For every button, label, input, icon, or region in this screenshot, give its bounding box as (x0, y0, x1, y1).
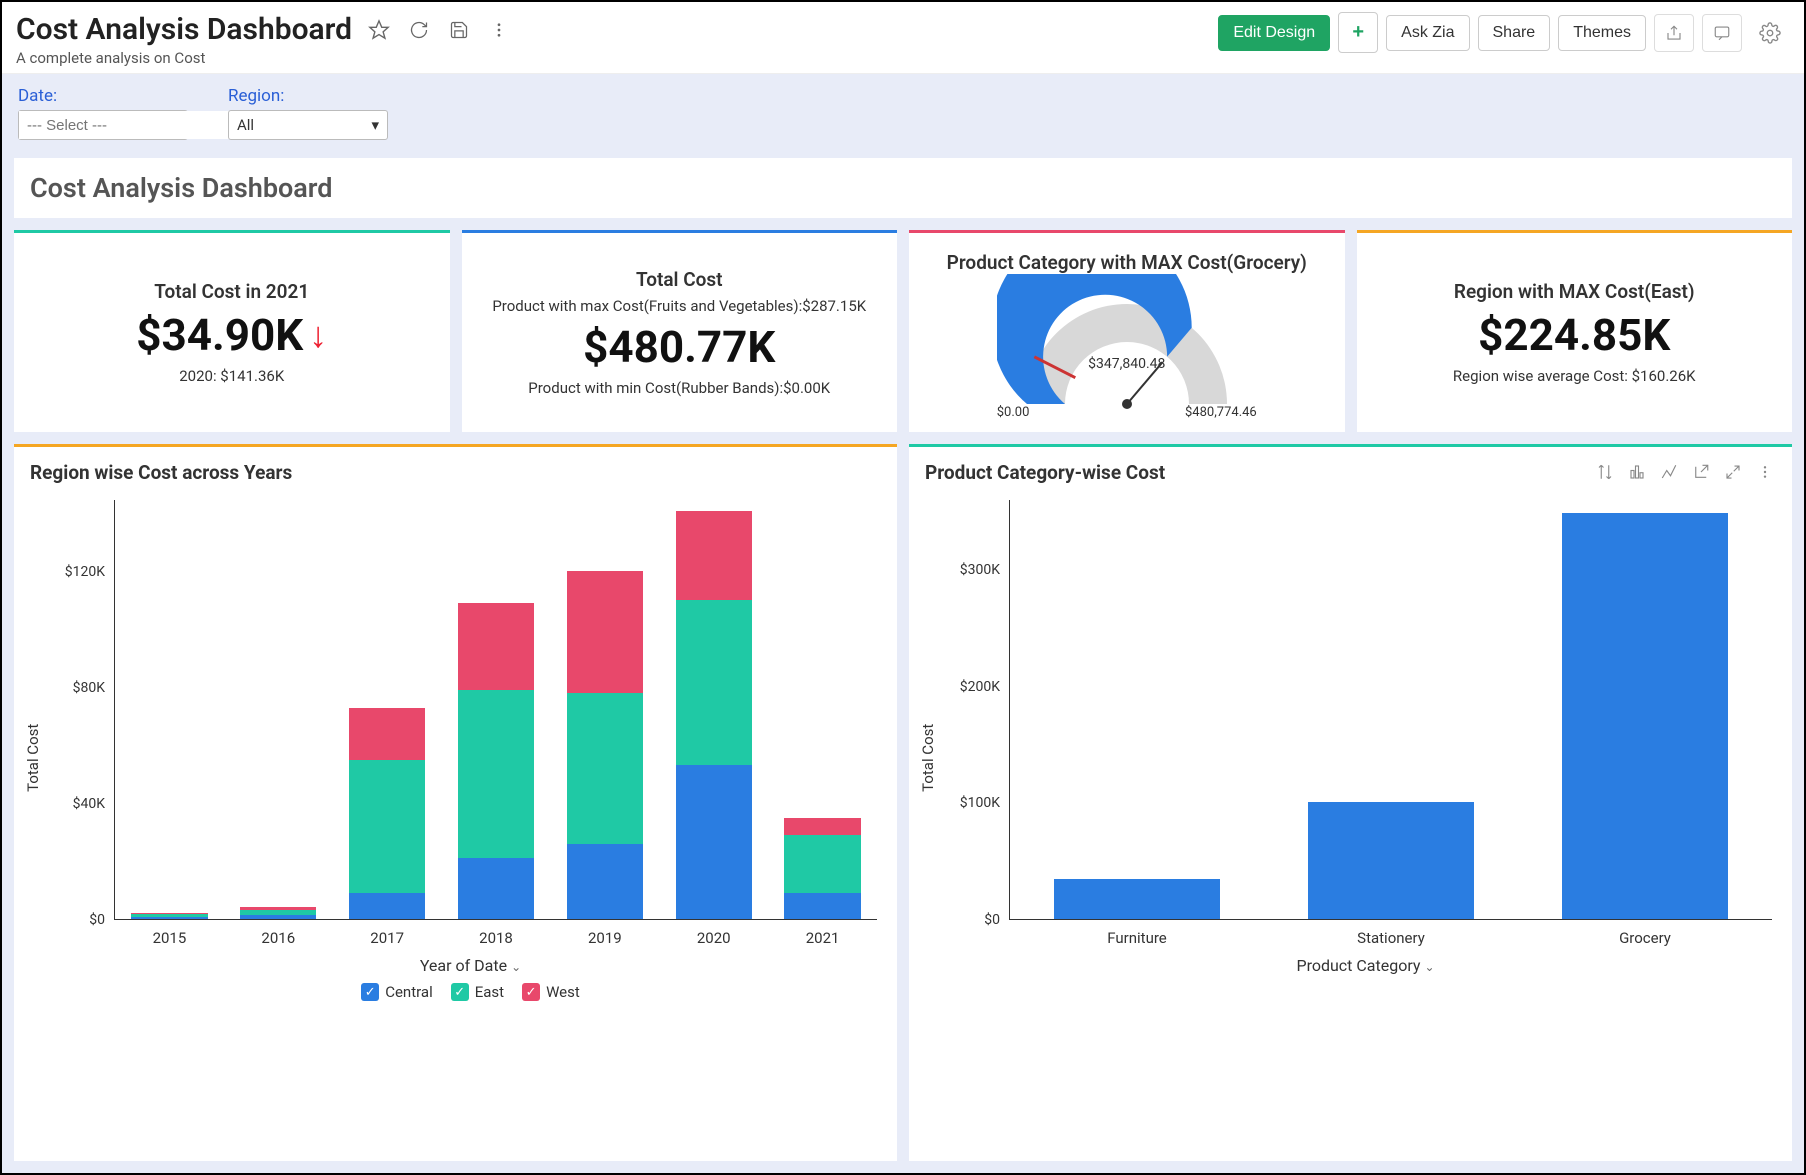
bar[interactable] (1308, 802, 1473, 919)
kpi-total-cost-2021[interactable]: Total Cost in 2021 $34.90K ↓ 2020: $141.… (14, 230, 450, 432)
kpi-sub: 2020: $141.36K (179, 367, 284, 385)
kpi-title: Total Cost in 2021 (154, 280, 309, 303)
bar-segment[interactable] (458, 858, 534, 919)
bar-segment[interactable] (784, 818, 860, 835)
analyze-icon[interactable] (1658, 461, 1680, 483)
chevron-down-icon[interactable]: ⌄ (511, 960, 521, 974)
x-tick-label: Furniture (1010, 929, 1264, 947)
chart-title: Product Category-wise Cost (925, 461, 1165, 484)
bar-segment[interactable] (676, 600, 752, 765)
header-bar: Cost Analysis Dashboard A complete analy… (2, 2, 1804, 74)
bar-segment[interactable] (240, 915, 316, 919)
x-tick-label: Stationery (1264, 929, 1518, 947)
section-title: Cost Analysis Dashboard (14, 158, 1792, 218)
date-filter-label: Date: (18, 86, 188, 106)
gauge-max: $480,774.46 (1185, 405, 1257, 420)
legend-item-central[interactable]: ✓Central (361, 983, 433, 1001)
filter-bar: Date: Region: All ▾ (2, 74, 1804, 158)
sort-icon[interactable] (1594, 461, 1616, 483)
bar-segment[interactable] (349, 893, 425, 919)
kpi-value: $224.85K (1478, 309, 1670, 361)
x-tick-label: 2017 (333, 929, 442, 947)
bar[interactable] (1562, 513, 1727, 919)
x-tick-label: 2020 (659, 929, 768, 947)
date-picker[interactable] (18, 110, 188, 140)
kpi-total-cost[interactable]: Total Cost Product with max Cost(Fruits … (462, 230, 898, 432)
add-button[interactable]: + (1338, 12, 1378, 53)
refresh-icon[interactable] (406, 17, 432, 43)
more-icon[interactable] (486, 17, 512, 43)
bar-segment[interactable] (567, 693, 643, 844)
themes-button[interactable]: Themes (1558, 15, 1646, 51)
legend-item-east[interactable]: ✓East (451, 983, 504, 1001)
region-select-value: All (237, 116, 254, 134)
kpi-row: Total Cost in 2021 $34.90K ↓ 2020: $141.… (14, 230, 1792, 432)
gauge-chart: $347,840.48 $0.00 $480,774.46 (997, 274, 1257, 414)
bar[interactable] (1054, 879, 1219, 919)
export-icon[interactable] (1654, 14, 1694, 52)
x-tick-label: 2016 (224, 929, 333, 947)
chart-title: Region wise Cost across Years (30, 461, 292, 484)
bar-segment[interactable] (567, 571, 643, 693)
ask-zia-button[interactable]: Ask Zia (1386, 15, 1469, 51)
bar-segment[interactable] (349, 760, 425, 893)
kpi-max-region[interactable]: Region with MAX Cost(East) $224.85K Regi… (1357, 230, 1793, 432)
region-select[interactable]: All ▾ (228, 110, 388, 140)
kpi-value: $34.90K (136, 309, 303, 361)
more-icon[interactable] (1754, 461, 1776, 483)
comments-icon[interactable] (1702, 14, 1742, 52)
x-axis-label: Product Category⌄ (959, 956, 1772, 975)
bar-segment[interactable] (567, 844, 643, 919)
date-input[interactable] (19, 111, 234, 139)
trend-down-icon: ↓ (309, 314, 327, 356)
save-icon[interactable] (446, 17, 472, 43)
kpi-title: Total Cost (636, 268, 723, 291)
chart-legend: ✓Central ✓East ✓West (64, 983, 877, 1011)
chart-region-years[interactable]: Region wise Cost across Years Total Cost… (14, 444, 897, 1161)
kpi-title: Product Category with MAX Cost(Grocery) (947, 251, 1307, 274)
bar-segment[interactable] (349, 708, 425, 760)
region-filter-label: Region: (228, 86, 388, 106)
x-tick-label: Grocery (1518, 929, 1772, 947)
x-tick-label: 2015 (115, 929, 224, 947)
x-tick-label: 2019 (550, 929, 659, 947)
y-axis-label: Total Cost (919, 723, 937, 791)
x-tick-label: 2021 (768, 929, 877, 947)
bar-segment[interactable] (784, 835, 860, 893)
x-tick-label: 2018 (442, 929, 551, 947)
kpi-max-category[interactable]: Product Category with MAX Cost(Grocery) … (909, 230, 1345, 432)
gauge-value: $347,840.48 (997, 356, 1257, 372)
expand-icon[interactable] (1722, 461, 1744, 483)
kpi-pre: Product with max Cost(Fruits and Vegetab… (492, 297, 866, 315)
kpi-title: Region with MAX Cost(East) (1454, 280, 1695, 303)
bar-segment[interactable] (784, 893, 860, 919)
bar-segment[interactable] (676, 511, 752, 601)
gauge-min: $0.00 (997, 405, 1030, 420)
chart-type-icon[interactable] (1626, 461, 1648, 483)
kpi-sub: Region wise average Cost: $160.26K (1453, 367, 1696, 385)
bar-segment[interactable] (676, 765, 752, 919)
open-icon[interactable] (1690, 461, 1712, 483)
x-axis-label: Year of Date⌄ (64, 956, 877, 975)
chart-category-cost[interactable]: Product Category-wise Cost Total Cost $0… (909, 444, 1792, 1161)
bar-segment[interactable] (131, 917, 207, 919)
chevron-down-icon[interactable]: ⌄ (1424, 960, 1434, 974)
settings-icon[interactable] (1750, 14, 1790, 52)
share-button[interactable]: Share (1478, 15, 1551, 51)
page-title: Cost Analysis Dashboard (16, 12, 352, 47)
bar-segment[interactable] (458, 603, 534, 690)
star-icon[interactable] (366, 17, 392, 43)
legend-item-west[interactable]: ✓West (522, 983, 580, 1001)
bar-segment[interactable] (458, 690, 534, 858)
kpi-sub: Product with min Cost(Rubber Bands):$0.0… (528, 379, 830, 397)
kpi-value: $480.77K (583, 321, 775, 373)
page-subtitle: A complete analysis on Cost (16, 49, 512, 67)
edit-design-button[interactable]: Edit Design (1218, 15, 1330, 51)
chevron-down-icon: ▾ (371, 116, 379, 134)
y-axis-label: Total Cost (24, 723, 42, 791)
